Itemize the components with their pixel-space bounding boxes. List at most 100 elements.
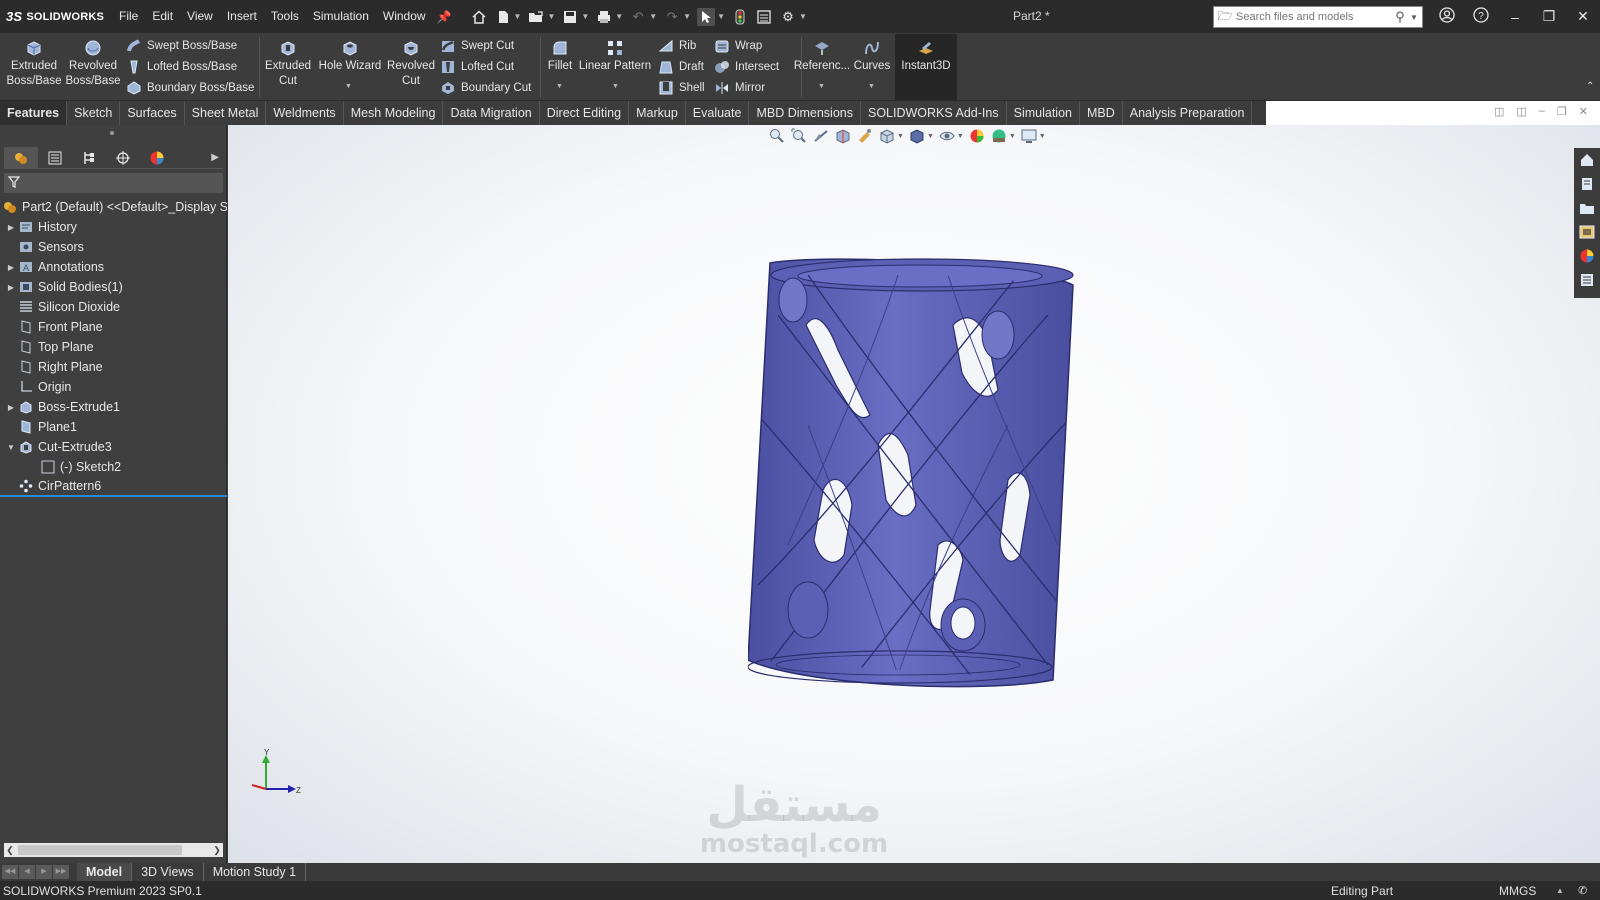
expand-arrow-icon[interactable]: ▶ xyxy=(4,223,18,232)
tree-root-part[interactable]: Part2 (Default) <<Default>_Display S xyxy=(0,197,227,217)
hide-show-dropdown-icon[interactable]: ▼ xyxy=(957,133,964,140)
close-icon[interactable]: ✕ xyxy=(1566,8,1600,25)
extruded-cut-button[interactable]: Extruded Cut xyxy=(262,38,314,89)
revolved-cut-button[interactable]: Revolved Cut xyxy=(385,38,437,89)
tree-item-history[interactable]: ▶ History xyxy=(0,217,227,237)
collapse-arrow-icon[interactable]: ▼ xyxy=(4,443,18,452)
revolved-boss-button[interactable]: Revolved Boss/Base xyxy=(65,38,121,89)
undo-dropdown-icon[interactable]: ▼ xyxy=(649,12,657,21)
options-icon[interactable]: ⚙ xyxy=(779,8,797,26)
tab-data-migration[interactable]: Data Migration xyxy=(443,101,540,125)
previous-view-icon[interactable] xyxy=(812,127,830,145)
boundary-boss-button[interactable]: Boundary Boss/Base xyxy=(126,78,254,98)
previous-tab-icon[interactable]: ◀ xyxy=(19,865,35,879)
tab-markup[interactable]: Markup xyxy=(629,101,686,125)
tab-mesh-modeling[interactable]: Mesh Modeling xyxy=(344,101,444,125)
file-explorer-icon[interactable] xyxy=(1577,198,1597,218)
tab-simulation[interactable]: Simulation xyxy=(1007,101,1080,125)
reference-dropdown-icon[interactable]: ▼ xyxy=(818,83,825,90)
menu-insert[interactable]: Insert xyxy=(220,0,264,33)
menu-tools[interactable]: Tools xyxy=(264,0,306,33)
curves-button[interactable]: Curves xyxy=(852,38,892,74)
view-palette-icon[interactable] xyxy=(1577,222,1597,242)
tree-item-sensors[interactable]: Sensors xyxy=(0,237,227,257)
tab-surfaces[interactable]: Surfaces xyxy=(120,101,185,125)
feature-manager-icon[interactable] xyxy=(4,146,38,169)
tab-3d-views[interactable]: 3D Views xyxy=(132,863,204,881)
more-tabs-icon[interactable]: ▶ xyxy=(211,152,223,163)
help-icon[interactable]: ? xyxy=(1464,7,1498,26)
mirror-button[interactable]: Mirror xyxy=(714,78,765,98)
tile-right-icon[interactable]: ◫ xyxy=(1516,105,1526,118)
tab-features[interactable]: Features xyxy=(0,101,68,125)
viewport-restore-icon[interactable]: ❐ xyxy=(1557,105,1567,118)
zoom-to-area-icon[interactable] xyxy=(790,127,808,145)
display-manager-icon[interactable] xyxy=(140,147,174,169)
tab-evaluate[interactable]: Evaluate xyxy=(686,101,750,125)
tab-sheet-metal[interactable]: Sheet Metal xyxy=(185,101,267,125)
custom-properties-icon[interactable] xyxy=(1577,270,1597,290)
tree-item-solid-bodies[interactable]: ▶ Solid Bodies(1) xyxy=(0,277,227,297)
dim-xpert-icon[interactable] xyxy=(106,147,140,169)
swept-cut-button[interactable]: Swept Cut xyxy=(440,36,514,56)
unit-system[interactable]: MMGS xyxy=(1499,884,1536,898)
extruded-boss-button[interactable]: Extruded Boss/Base xyxy=(6,38,62,89)
property-manager-icon[interactable] xyxy=(38,147,72,169)
dynamic-annotation-icon[interactable] xyxy=(856,127,874,145)
new-doc-icon[interactable] xyxy=(494,8,512,26)
lofted-cut-button[interactable]: Lofted Cut xyxy=(440,57,514,77)
tab-weldments[interactable]: Weldments xyxy=(266,101,344,125)
fillet-button[interactable]: Fillet xyxy=(544,38,576,74)
viewport-close-icon[interactable]: ✕ xyxy=(1579,105,1588,118)
shell-button[interactable]: Shell xyxy=(658,78,705,98)
tree-item-origin[interactable]: Origin xyxy=(0,377,227,397)
search-input[interactable] xyxy=(1236,11,1390,23)
draft-button[interactable]: Draft xyxy=(658,57,704,77)
restore-icon[interactable]: ❐ xyxy=(1532,8,1566,25)
reference-geometry-button[interactable]: Referenc... xyxy=(794,38,850,74)
search-icon[interactable]: ⚲ xyxy=(1390,9,1410,25)
zoom-to-fit-icon[interactable] xyxy=(768,127,786,145)
tab-motion-study-1[interactable]: Motion Study 1 xyxy=(204,863,307,881)
intersect-button[interactable]: Intersect xyxy=(714,57,779,77)
next-tab-icon[interactable]: ▶ xyxy=(36,865,52,879)
account-icon[interactable] xyxy=(1430,7,1464,26)
view-settings-dropdown-icon[interactable]: ▼ xyxy=(1039,133,1046,140)
instant3d-button[interactable]: Instant3D xyxy=(897,38,955,74)
menu-simulation[interactable]: Simulation xyxy=(306,0,376,33)
scrollbar-thumb[interactable] xyxy=(18,845,182,855)
view-orientation-icon[interactable] xyxy=(878,127,896,145)
file-properties-icon[interactable] xyxy=(755,8,773,26)
section-view-icon[interactable] xyxy=(834,127,852,145)
tab-direct-editing[interactable]: Direct Editing xyxy=(540,101,630,125)
tree-item-boss-extrude1[interactable]: ▶ Boss-Extrude1 xyxy=(0,397,227,417)
menu-view[interactable]: View xyxy=(180,0,220,33)
search-box[interactable]: 🗁 ⚲ ▼ xyxy=(1213,6,1423,28)
tree-filter[interactable] xyxy=(4,173,223,193)
print-icon[interactable] xyxy=(595,8,613,26)
apply-scene-dropdown-icon[interactable]: ▼ xyxy=(1009,133,1016,140)
lofted-boss-button[interactable]: Lofted Boss/Base xyxy=(126,57,237,77)
curves-dropdown-icon[interactable]: ▼ xyxy=(868,83,875,90)
hole-wizard-button[interactable]: Hole Wizard xyxy=(316,38,384,74)
hole-wizard-dropdown-icon[interactable]: ▼ xyxy=(345,83,352,90)
appearances-icon[interactable] xyxy=(1577,246,1597,266)
unit-system-dropdown-icon[interactable]: ▲ xyxy=(1556,886,1564,895)
redo-icon[interactable]: ↷ xyxy=(663,8,681,26)
expand-arrow-icon[interactable]: ▶ xyxy=(4,403,18,412)
menu-edit[interactable]: Edit xyxy=(145,0,180,33)
tree-item-cirpattern6[interactable]: CirPattern6 xyxy=(0,477,227,497)
linear-pattern-button[interactable]: Linear Pattern xyxy=(578,38,652,74)
search-dropdown-icon[interactable]: ▼ xyxy=(1410,13,1422,22)
panel-split-handle[interactable] xyxy=(110,131,114,135)
swept-boss-button[interactable]: Swept Boss/Base xyxy=(126,36,237,56)
view-orientation-dropdown-icon[interactable]: ▼ xyxy=(897,133,904,140)
linear-pattern-dropdown-icon[interactable]: ▼ xyxy=(612,83,619,90)
print-dropdown-icon[interactable]: ▼ xyxy=(615,12,623,21)
display-style-dropdown-icon[interactable]: ▼ xyxy=(927,133,934,140)
tab-model[interactable]: Model xyxy=(77,863,133,881)
tree-item-cut-extrude3[interactable]: ▼ Cut-Extrude3 xyxy=(0,437,227,457)
undo-icon[interactable]: ↶ xyxy=(629,8,647,26)
redo-dropdown-icon[interactable]: ▼ xyxy=(683,12,691,21)
pin-icon[interactable]: 📌 xyxy=(437,10,452,24)
